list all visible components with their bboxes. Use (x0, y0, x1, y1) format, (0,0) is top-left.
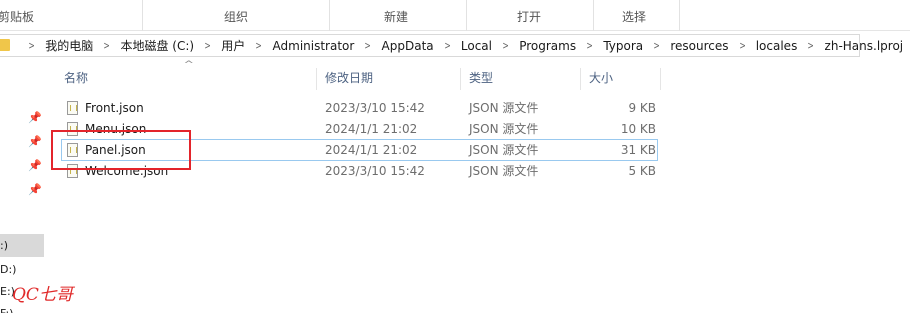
breadcrumb-item[interactable]: Local (459, 39, 494, 53)
breadcrumb-item[interactable]: zh-Hans.lproj (823, 39, 906, 53)
file-modified: 2023/3/10 15:42 (325, 101, 425, 115)
pin-icon[interactable]: 📌 (28, 160, 42, 172)
breadcrumb-item[interactable]: Administrator (271, 39, 357, 53)
breadcrumb-item[interactable]: resources (668, 39, 730, 53)
ribbon: 剪贴板 组织 新建 打开 选择 (0, 0, 910, 31)
file-size: 9 KB (628, 101, 656, 115)
folder-icon (0, 39, 10, 51)
breadcrumb: > 我的电脑 > 本地磁盘 (C:) > 用户 > Administrator … (20, 35, 905, 56)
json-file-icon (67, 101, 78, 115)
file-row[interactable]: Front.json 2023/3/10 15:42 JSON 源文件 9 KB (61, 97, 658, 119)
file-type: JSON 源文件 (469, 164, 539, 178)
chevron-right-icon[interactable]: > (582, 39, 598, 52)
file-type: JSON 源文件 (469, 101, 539, 115)
chevron-right-icon[interactable]: > (99, 39, 115, 52)
chevron-right-icon[interactable]: > (649, 39, 665, 52)
chevron-right-icon[interactable]: > (803, 39, 819, 52)
column-header-label: 类型 (469, 71, 494, 85)
chevron-right-icon[interactable]: > (734, 39, 750, 52)
breadcrumb-item[interactable]: locales (754, 39, 800, 53)
pin-icon[interactable]: 📌 (28, 112, 42, 124)
address-bar[interactable]: > 我的电脑 > 本地磁盘 (C:) > 用户 > Administrator … (0, 34, 903, 57)
file-modified: 2024/1/1 21:02 (325, 143, 418, 157)
nav-drive-c[interactable]: :) (0, 234, 44, 257)
breadcrumb-item[interactable]: Programs (517, 39, 578, 53)
chevron-right-icon[interactable]: > (23, 39, 39, 52)
file-type: JSON 源文件 (469, 143, 539, 157)
column-header-size[interactable]: 大小 (581, 68, 661, 90)
chevron-right-icon[interactable]: > (497, 39, 513, 52)
annotation-highlight-box (51, 130, 191, 170)
ribbon-group-label: 选择 (622, 10, 647, 24)
ribbon-group-new[interactable]: 新建 (330, 0, 467, 31)
ribbon-group-select[interactable]: 选择 (594, 0, 680, 31)
file-modified: 2023/3/10 15:42 (325, 164, 425, 178)
breadcrumb-item[interactable]: Typora (601, 39, 645, 53)
file-size: 10 KB (620, 122, 656, 136)
ribbon-group-label: 打开 (517, 10, 542, 24)
ribbon-group-label: 剪贴板 (0, 10, 35, 24)
breadcrumb-item[interactable]: 我的电脑 (43, 37, 95, 54)
chevron-right-icon[interactable]: > (251, 39, 267, 52)
chevron-right-icon[interactable]: > (439, 39, 455, 52)
pin-icon[interactable]: 📌 (28, 136, 42, 148)
chevron-right-icon[interactable]: > (360, 39, 376, 52)
nav-drive-d[interactable]: D:) (0, 258, 44, 281)
file-name: Front.json (85, 101, 144, 115)
column-header-label: 大小 (589, 71, 614, 85)
ribbon-group-label: 组织 (224, 10, 249, 24)
column-header-name[interactable]: 名称 (61, 68, 317, 90)
breadcrumb-item[interactable]: 本地磁盘 (C:) (118, 37, 196, 54)
ribbon-group-label: 新建 (384, 10, 409, 24)
breadcrumb-item[interactable]: AppData (380, 39, 436, 53)
column-header-type[interactable]: 类型 (461, 68, 581, 90)
column-header-modified[interactable]: 修改日期 (317, 68, 461, 90)
breadcrumb-item[interactable]: 用户 (219, 37, 247, 54)
navigation-pane: 📌 📌 📌 📌 :) D:) E:) F:) (0, 58, 44, 313)
column-header-label: 名称 (64, 71, 89, 85)
file-size: 31 KB (620, 143, 656, 157)
ribbon-group-organize[interactable]: 组织 (143, 0, 330, 31)
file-type: JSON 源文件 (469, 122, 539, 136)
pin-icon[interactable]: 📌 (28, 184, 42, 196)
file-size: 5 KB (628, 164, 656, 178)
ribbon-group-clipboard[interactable]: 剪贴板 (0, 0, 143, 31)
ribbon-group-open[interactable]: 打开 (467, 0, 594, 31)
chevron-right-icon[interactable]: > (200, 39, 216, 52)
column-header-label: 修改日期 (325, 71, 374, 85)
watermark: QC七哥 (12, 285, 73, 305)
file-modified: 2024/1/1 21:02 (325, 122, 418, 136)
